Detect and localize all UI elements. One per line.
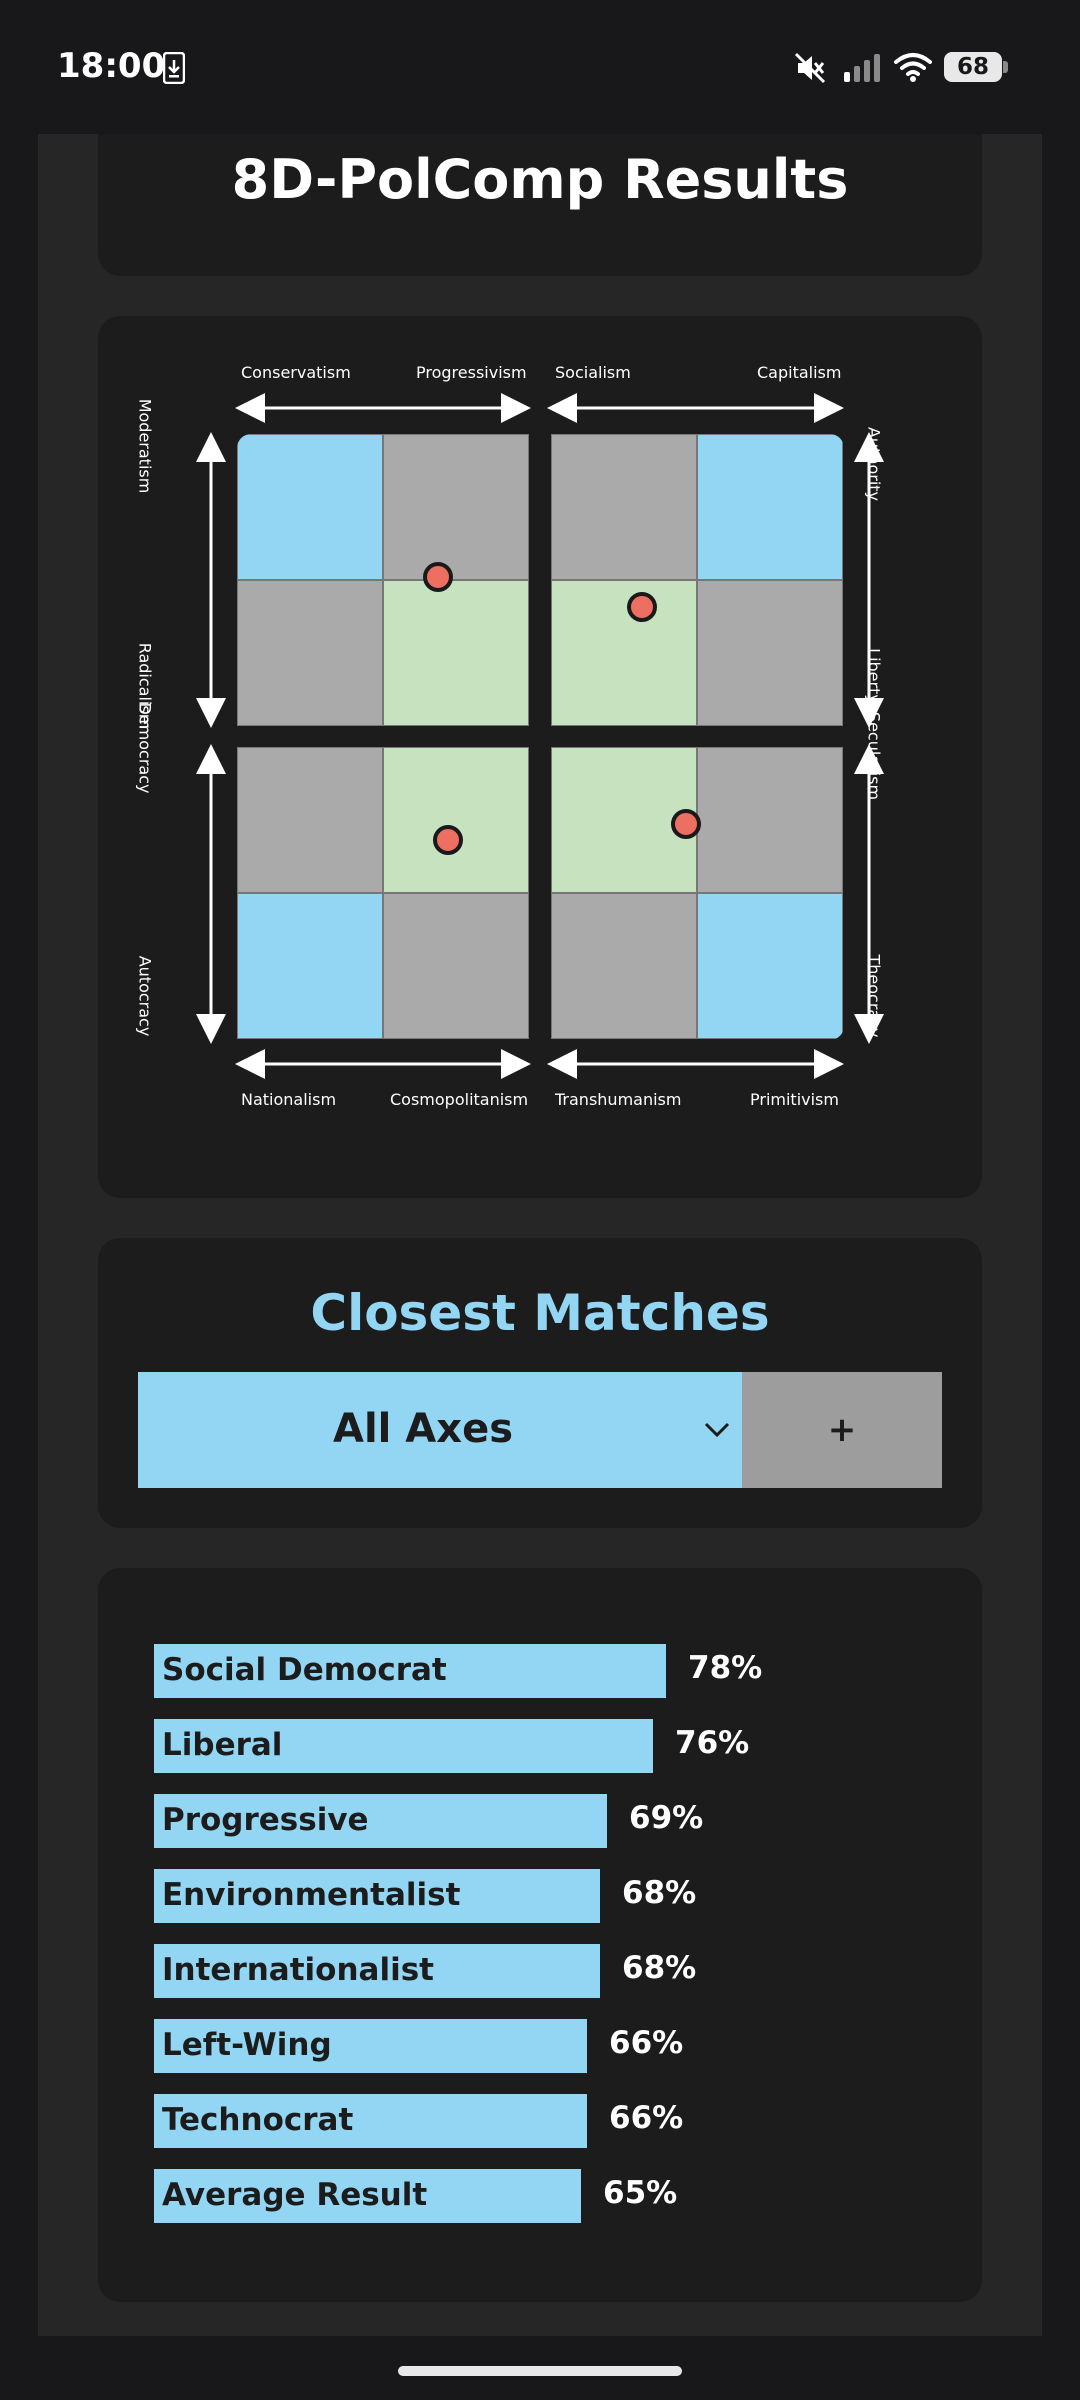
mute-icon	[794, 52, 826, 84]
result-marker	[627, 592, 657, 622]
download-notification-icon	[163, 52, 185, 84]
battery-icon: 68	[944, 52, 1002, 82]
match-bar: Left-Wing	[154, 2019, 587, 2073]
title-card: 8D-PolComp Results	[98, 134, 982, 276]
status-bar: 18:00 68	[0, 0, 1080, 134]
result-marker	[423, 562, 453, 592]
closest-matches-title: Closest Matches	[310, 1284, 770, 1342]
cell	[383, 580, 529, 726]
match-name: Internationalist	[162, 1952, 434, 1988]
signal-icon	[844, 54, 880, 82]
result-marker	[433, 825, 463, 855]
cell	[383, 747, 529, 893]
cell	[383, 893, 529, 1039]
match-percentage: 66%	[609, 2025, 684, 2061]
match-percentage: 76%	[675, 1725, 750, 1761]
match-name: Technocrat	[162, 2102, 354, 2138]
wifi-icon	[894, 53, 932, 82]
match-name: Progressive	[162, 1802, 369, 1838]
result-marker	[671, 809, 701, 839]
add-filter-button[interactable]: +	[742, 1372, 942, 1488]
match-list-card: Social Democrat 78% Liberal 76% Progressive 6…	[98, 1568, 982, 2302]
match-percentage: 69%	[629, 1800, 704, 1836]
match-bar: Average Result	[154, 2169, 581, 2223]
match-name: Left-Wing	[162, 2027, 332, 2063]
cell	[383, 434, 529, 580]
quadrant-top-left	[237, 434, 530, 727]
cell	[237, 893, 383, 1039]
match-percentage: 65%	[603, 2175, 678, 2211]
match-name: Liberal	[162, 1727, 283, 1763]
match-percentage: 78%	[688, 1650, 763, 1686]
match-bar: Liberal	[154, 1719, 653, 1773]
cell	[697, 434, 843, 580]
closest-matches-card: Closest Matches All Axes +	[98, 1238, 982, 1528]
match-bar: Internationalist	[154, 1944, 600, 1998]
match-bar: Environmentalist	[154, 1869, 600, 1923]
axes-filter-value: All Axes	[333, 1406, 513, 1452]
cell	[551, 580, 697, 726]
page-title: 8D-PolComp Results	[231, 148, 849, 211]
match-percentage: 66%	[609, 2100, 684, 2136]
quadrant-bottom-left	[237, 747, 530, 1040]
cell	[237, 747, 383, 893]
compass-card: Conservatism Progressivism Socialism Cap…	[98, 316, 982, 1198]
cell	[697, 747, 843, 893]
match-name: Average Result	[162, 2177, 428, 2213]
match-percentage: 68%	[622, 1875, 697, 1911]
home-gesture-handle[interactable]	[398, 2366, 682, 2376]
match-percentage: 68%	[622, 1950, 697, 1986]
cell	[237, 580, 383, 726]
match-name: Social Democrat	[162, 1652, 447, 1688]
quadrant-top-right	[551, 434, 844, 727]
cell	[697, 893, 843, 1039]
cell	[551, 893, 697, 1039]
quadrant-bottom-right	[551, 747, 844, 1040]
cell	[551, 434, 697, 580]
match-name: Environmentalist	[162, 1877, 461, 1913]
battery-tip	[1003, 61, 1008, 73]
status-time: 18:00	[57, 46, 166, 86]
cell	[697, 580, 843, 726]
battery-level: 68	[956, 54, 989, 80]
cell	[237, 434, 383, 580]
axes-filter-select[interactable]: All Axes	[138, 1372, 742, 1488]
axis-arrows	[196, 393, 884, 1079]
match-bar: Social Democrat	[154, 1644, 666, 1698]
match-bar: Progressive	[154, 1794, 607, 1848]
match-bar: Technocrat	[154, 2094, 587, 2148]
chevron-down-icon	[704, 1422, 730, 1438]
